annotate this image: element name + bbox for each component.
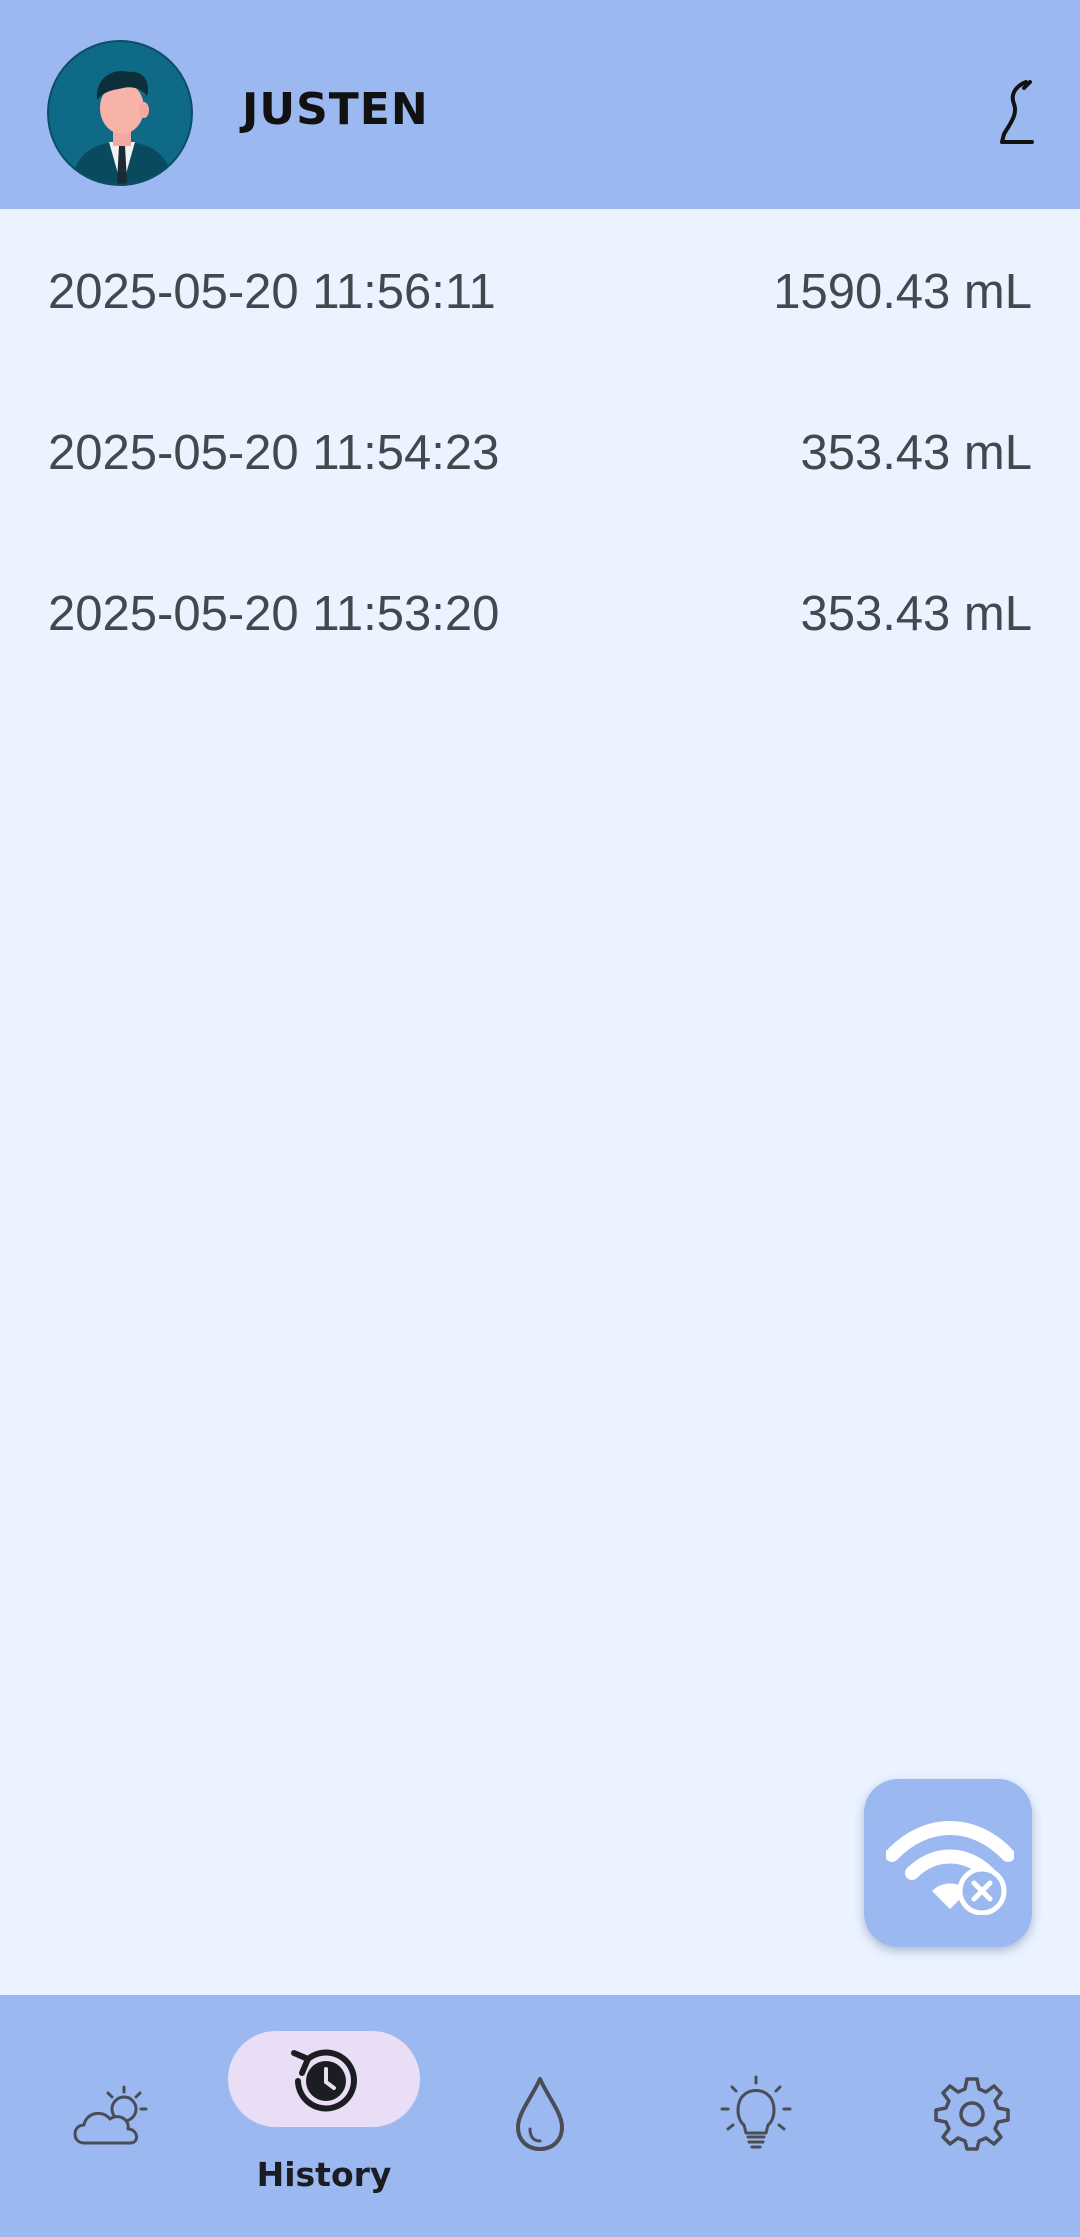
history-icon (291, 2049, 357, 2112)
nav-item-history[interactable] (224, 1995, 424, 2237)
nav-item-weather[interactable] (8, 1995, 208, 2237)
wifi-disconnected-icon (886, 1821, 1014, 1915)
logout-icon[interactable] (996, 78, 1036, 150)
list-item[interactable]: 2025-05-20 11:56:11 1590.43 mL (0, 209, 1080, 370)
nav-item-settings[interactable] (872, 1995, 1072, 2237)
list-item[interactable]: 2025-05-20 11:53:20 353.43 mL (0, 531, 1080, 692)
list-item[interactable]: 2025-05-20 11:54:23 353.43 mL (0, 370, 1080, 531)
record-timestamp: 2025-05-20 11:56:11 (48, 265, 496, 319)
record-volume: 353.43 mL (800, 587, 1032, 641)
weather-icon (73, 2085, 148, 2145)
nav-item-water[interactable] (440, 1995, 640, 2237)
settings-icon (934, 2077, 1010, 2151)
record-volume: 353.43 mL (800, 426, 1032, 480)
record-timestamp: 2025-05-20 11:54:23 (48, 426, 500, 480)
person-avatar-icon (71, 71, 173, 184)
app-header: JUSTEN (0, 0, 1080, 209)
avatar[interactable] (47, 40, 193, 186)
record-timestamp: 2025-05-20 11:53:20 (48, 587, 500, 641)
water-drop-icon (516, 2077, 564, 2151)
lightbulb-icon (720, 2075, 792, 2149)
record-volume: 1590.43 mL (773, 265, 1032, 319)
username: JUSTEN (242, 84, 429, 135)
bottom-navigation: History (0, 1995, 1080, 2237)
wifi-connect-button[interactable] (864, 1779, 1032, 1947)
nav-item-tips[interactable] (656, 1995, 856, 2237)
